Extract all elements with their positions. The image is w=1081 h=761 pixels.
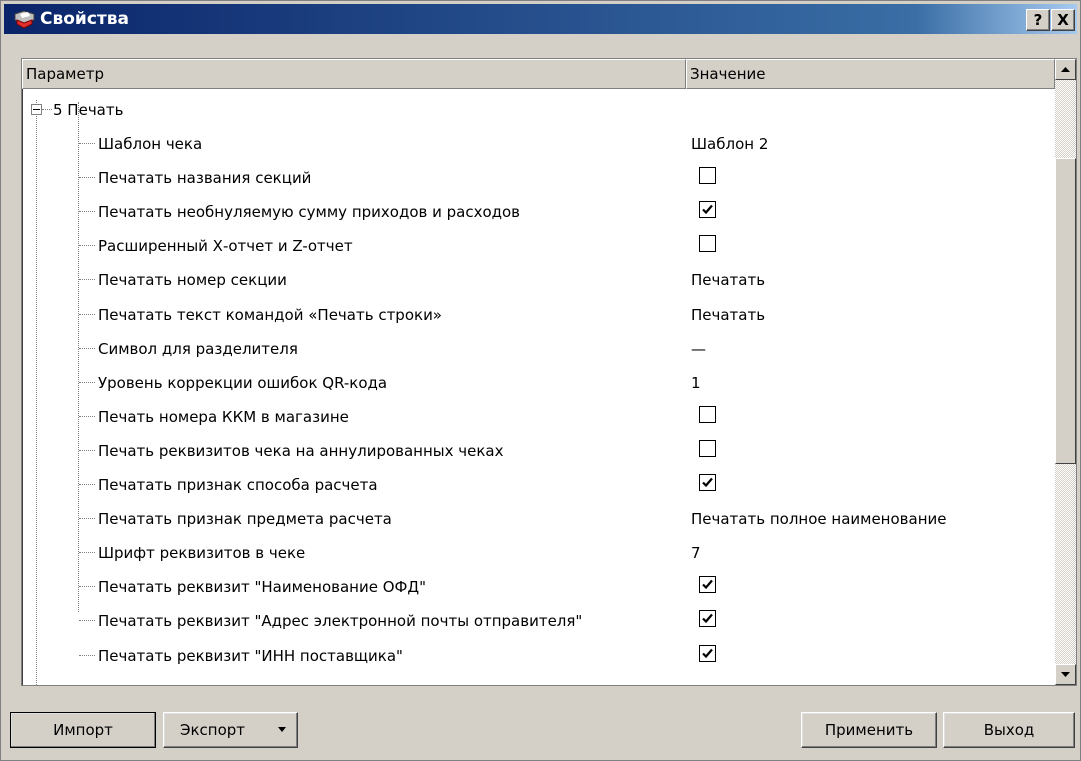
tree-connector xyxy=(79,586,95,588)
column-header-value[interactable]: Значение xyxy=(686,59,1055,89)
property-label: Печать реквизитов чека на аннулированных… xyxy=(98,441,504,460)
scroll-down-button[interactable] xyxy=(1055,664,1076,685)
property-label: Печатать текст командой «Печать строки» xyxy=(98,305,442,324)
tree-connector xyxy=(79,347,95,349)
property-row[interactable]: Печатать признак предмета расчета Печатат… xyxy=(22,503,1055,537)
property-row[interactable]: Печатать признак способа расчета xyxy=(22,469,1055,503)
property-checkbox[interactable] xyxy=(699,201,716,219)
property-checkbox[interactable] xyxy=(699,644,716,662)
tree-connector xyxy=(79,415,95,417)
property-value[interactable]: Шаблон 2 xyxy=(691,134,768,154)
group-label-print[interactable]: 5 Печать xyxy=(53,100,123,120)
property-label: Печать номера ККМ в магазине xyxy=(98,407,349,426)
property-label: Печатать номер секции xyxy=(98,271,287,290)
vertical-scrollbar[interactable] xyxy=(1055,59,1076,685)
tree-connector xyxy=(79,518,95,520)
property-value[interactable]: Печатать полное наименование xyxy=(691,509,946,529)
tree-connector xyxy=(42,109,52,110)
property-label: Печатать реквизит "Наименование ОФД" xyxy=(98,578,427,597)
title-bar[interactable]: Свойства ? X xyxy=(4,4,1077,34)
property-value[interactable]: 1 xyxy=(691,373,701,393)
tree-connector xyxy=(79,552,95,554)
check-icon xyxy=(702,477,713,488)
scroll-up-button[interactable] xyxy=(1055,59,1076,80)
property-row[interactable]: Шаблон чека Шаблон 2 xyxy=(22,128,1055,162)
column-header-param[interactable]: Параметр xyxy=(22,59,686,89)
tree-connector xyxy=(79,177,95,179)
export-button-label: Экспорт xyxy=(180,721,246,739)
tree-connector xyxy=(79,211,95,213)
property-label: Печатать признак предмета расчета xyxy=(98,510,392,529)
scroll-thumb[interactable] xyxy=(1055,158,1076,464)
arrow-down-icon xyxy=(1061,672,1070,677)
property-checkbox[interactable] xyxy=(699,235,716,253)
property-label: Печатать признак способа расчета xyxy=(98,476,378,494)
apply-button[interactable]: Применить xyxy=(801,712,937,748)
property-row[interactable]: Расширенный Х-отчет и Z-отчет xyxy=(22,230,1055,264)
tree-connector xyxy=(79,449,95,451)
help-button[interactable]: ? xyxy=(1026,9,1050,31)
property-row[interactable]: Печать реквизитов чека на аннулированных… xyxy=(22,435,1055,469)
window-title: Свойства xyxy=(40,9,129,29)
property-row[interactable]: Печатать названия секций xyxy=(22,162,1055,196)
property-row[interactable]: Печатать реквизит "ИНН поставщика" xyxy=(22,640,1055,674)
property-label: Печатать реквизит "Адрес электронной поч… xyxy=(98,612,583,631)
property-row[interactable]: Печатать необнуляемую сумму приходов и р… xyxy=(22,196,1055,230)
property-checkbox[interactable] xyxy=(699,439,716,457)
dropdown-arrow-icon xyxy=(278,727,286,732)
export-button[interactable]: Экспорт xyxy=(163,712,298,748)
check-icon xyxy=(702,204,713,215)
tree-connector xyxy=(79,484,95,485)
property-checkbox[interactable] xyxy=(699,474,716,491)
property-row[interactable]: Уровень коррекции ошибок QR-кода 1 xyxy=(22,367,1055,401)
property-value[interactable]: Печатать xyxy=(691,305,765,325)
property-row[interactable]: Символ для разделителя — xyxy=(22,333,1055,367)
check-icon xyxy=(702,614,713,624)
tree-connector xyxy=(79,279,95,281)
tree-connector xyxy=(79,245,95,247)
properties-window: Свойства ? X Параметр Значение 5 Печать … xyxy=(0,0,1081,761)
check-icon xyxy=(702,580,713,590)
property-label: Расширенный Х-отчет и Z-отчет xyxy=(98,237,353,256)
property-label: Печатать необнуляемую сумму приходов и р… xyxy=(98,203,521,222)
tree-connector xyxy=(79,654,95,656)
property-value[interactable]: 7 xyxy=(691,543,701,563)
list-header: Параметр Значение xyxy=(22,59,1055,89)
property-row[interactable]: Печать номера ККМ в магазине xyxy=(22,401,1055,435)
property-checkbox[interactable] xyxy=(699,167,716,185)
property-label: Символ для разделителя xyxy=(98,339,298,358)
property-value[interactable]: Печатать xyxy=(691,270,765,290)
property-row[interactable]: Печатать реквизит "Адрес электронной поч… xyxy=(22,605,1055,639)
help-icon: ? xyxy=(1033,11,1043,29)
collapse-icon[interactable] xyxy=(31,104,42,115)
property-checkbox[interactable] xyxy=(699,576,716,594)
property-row[interactable]: Печатать номер секции Печатать xyxy=(22,264,1055,298)
tree-connector xyxy=(79,620,95,622)
property-checkbox[interactable] xyxy=(699,610,716,628)
property-label: Печатать реквизит "ИНН поставщика" xyxy=(98,646,403,665)
arrow-up-icon xyxy=(1061,67,1070,72)
property-row[interactable]: Шрифт реквизитов в чеке 7 xyxy=(22,537,1055,571)
property-label: Уровень коррекции ошибок QR-кода xyxy=(98,373,388,392)
properties-list[interactable]: Параметр Значение 5 Печать Шаблон чека Ша… xyxy=(21,58,1077,686)
exit-button[interactable]: Выход xyxy=(943,712,1075,748)
property-value[interactable]: — xyxy=(691,339,706,359)
property-label: Шаблон чека xyxy=(98,135,203,153)
property-label: Печатать названия секций xyxy=(98,169,312,188)
tree-connector xyxy=(79,313,95,315)
check-icon xyxy=(702,648,713,658)
property-row[interactable]: Печатать реквизит "Наименование ОФД" xyxy=(22,571,1055,605)
tree-connector xyxy=(79,143,95,144)
window-app-icon xyxy=(14,10,35,29)
close-icon: X xyxy=(1057,11,1069,29)
property-checkbox[interactable] xyxy=(699,405,716,423)
property-label: Шрифт реквизитов в чеке xyxy=(98,544,306,563)
import-button[interactable]: Импорт xyxy=(10,712,156,748)
close-button[interactable]: X xyxy=(1051,9,1075,31)
tree-connector xyxy=(79,381,95,383)
property-row[interactable]: Печатать текст командой «Печать строки» П… xyxy=(22,299,1055,333)
